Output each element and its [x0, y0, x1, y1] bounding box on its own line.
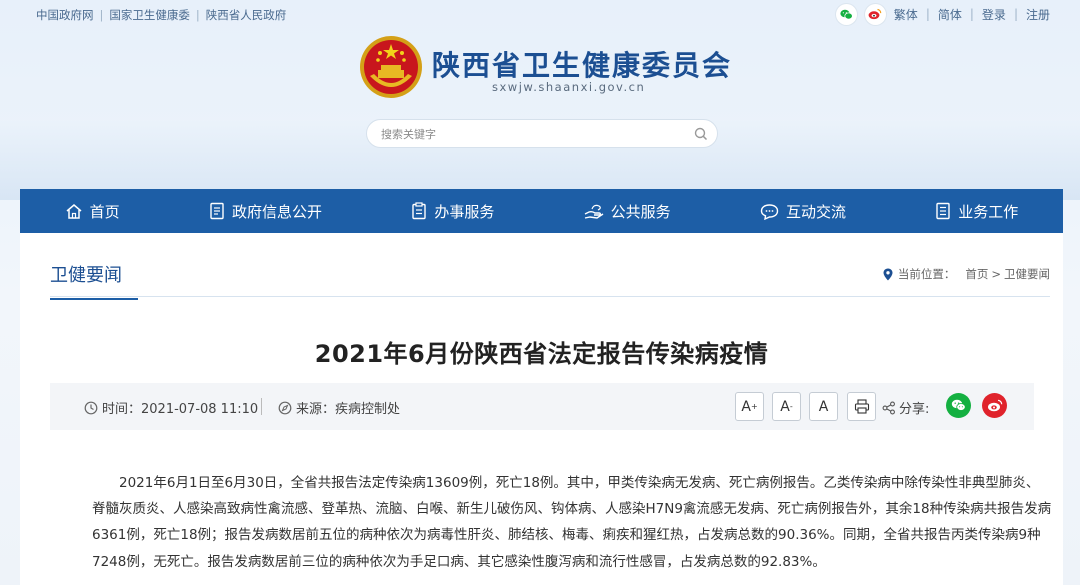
- national-emblem-logo: [360, 36, 422, 98]
- weibo-icon[interactable]: [864, 3, 886, 25]
- article-title: 2021年6月份陕西省法定报告传染病疫情: [314, 340, 769, 368]
- separator: |: [99, 8, 104, 22]
- top-right-tools: 繁体 | 简体 | 登录 | 注册: [835, 3, 1050, 25]
- breadcrumb: 当前位置： 首页 > 卫健要闻: [883, 266, 1050, 282]
- nav-item-interaction[interactable]: 互动交流: [760, 201, 846, 222]
- site-title: 陕西省卫生健康委员会: [432, 49, 733, 82]
- share-wechat-button[interactable]: [946, 393, 971, 418]
- clipboard-icon: [412, 202, 427, 220]
- nav-item-public-services[interactable]: 公共服务: [584, 201, 671, 222]
- location-pin-icon: [883, 268, 893, 280]
- section-title: 卫健要闻: [50, 261, 138, 300]
- share-weibo-button[interactable]: [982, 393, 1007, 418]
- share-label-text: 分享:: [899, 402, 930, 417]
- separator: |: [195, 8, 200, 22]
- login-link[interactable]: 登录: [982, 6, 1006, 23]
- font-decrease-sup: -: [789, 402, 793, 411]
- print-button[interactable]: [847, 392, 876, 421]
- article-body: 2021年6月1日至6月30日，全省共报告法定传染病13609例，死亡18例。其…: [92, 475, 1052, 570]
- article-source: 来源：疾病控制处: [278, 398, 400, 417]
- traditional-chinese-link[interactable]: 繁体: [894, 6, 918, 23]
- weibo-icon: [987, 399, 1002, 412]
- top-bar: 中国政府网 | 国家卫生健康委 | 陕西省人民政府 繁体 | 简体 | 登录 | 注册: [0, 0, 1080, 28]
- article-meta-bar: 时间：2021-07-08 11:10 来源：疾病控制处 A + A- A 分享:: [50, 383, 1034, 430]
- site-domain: sxwjw.shaanxi.gov.cn: [492, 80, 646, 94]
- hand-service-icon: [584, 204, 604, 219]
- nav-item-services[interactable]: 办事服务: [411, 201, 494, 222]
- document-icon: [210, 202, 224, 220]
- link-shaanxi-gov[interactable]: 陕西省人民政府: [206, 8, 287, 22]
- home-icon: [66, 203, 82, 219]
- section-header: 卫健要闻 当前位置： 首页 > 卫健要闻: [50, 257, 1050, 300]
- font-increase-sup: +: [750, 402, 758, 411]
- publish-time-text: 时间：2021-07-08 11:10: [102, 402, 259, 417]
- print-icon: [854, 399, 869, 414]
- share-icon: [882, 401, 895, 414]
- breadcrumb-current[interactable]: 卫健要闻: [1004, 266, 1050, 282]
- link-gov-cn[interactable]: 中国政府网: [36, 8, 94, 22]
- breadcrumb-separator: >: [991, 267, 1001, 281]
- wechat-icon: [951, 399, 966, 411]
- nav-item-home[interactable]: 首页: [65, 201, 120, 222]
- main-nav: 首页 政府信息公开 办事服务 公共服务 互动交流 业务工作: [20, 189, 1063, 233]
- breadcrumb-home[interactable]: 首页: [965, 266, 988, 282]
- chat-icon: [760, 203, 779, 220]
- font-increase-label: A: [741, 398, 751, 415]
- font-decrease-button[interactable]: A-: [772, 392, 801, 421]
- separator: |: [1013, 7, 1018, 21]
- nav-item-label: 办事服务: [434, 202, 495, 221]
- font-increase-button[interactable]: A +: [735, 392, 764, 421]
- content-panel: 卫健要闻 当前位置： 首页 > 卫健要闻 2021年6月份陕西省法定报告传染病疫…: [20, 233, 1063, 585]
- compass-icon: [278, 401, 292, 414]
- search-box: [366, 119, 718, 148]
- search-icon[interactable]: [694, 127, 708, 141]
- separator: |: [969, 7, 974, 21]
- link-nhc[interactable]: 国家卫生健康委: [109, 8, 190, 22]
- breadcrumb-label: 当前位置：: [897, 267, 956, 281]
- font-default-label: A: [818, 398, 829, 415]
- top-links: 中国政府网 | 国家卫生健康委 | 陕西省人民政府: [36, 7, 286, 23]
- font-decrease-label: A: [780, 398, 790, 415]
- font-default-button[interactable]: A: [809, 392, 838, 421]
- divider: [261, 398, 262, 415]
- nav-item-business[interactable]: 业务工作: [935, 201, 1018, 222]
- nav-item-label: 政府信息公开: [231, 202, 322, 221]
- share-label: 分享:: [882, 398, 929, 417]
- nav-item-gov-info[interactable]: 政府信息公开: [209, 201, 322, 222]
- clock-icon: [84, 401, 98, 414]
- publish-time: 时间：2021-07-08 11:10: [84, 398, 258, 417]
- separator: |: [925, 7, 930, 21]
- nav-item-label: 互动交流: [785, 202, 846, 221]
- wechat-icon[interactable]: [835, 3, 857, 25]
- list-icon: [936, 202, 950, 220]
- nav-item-label: 公共服务: [610, 202, 671, 221]
- nav-item-label: 首页: [89, 202, 120, 221]
- simplified-chinese-link[interactable]: 简体: [938, 6, 962, 23]
- nav-item-label: 业务工作: [958, 202, 1019, 221]
- search-input[interactable]: [381, 126, 681, 142]
- register-link[interactable]: 注册: [1026, 6, 1050, 23]
- article-source-text: 来源：疾病控制处: [296, 402, 401, 417]
